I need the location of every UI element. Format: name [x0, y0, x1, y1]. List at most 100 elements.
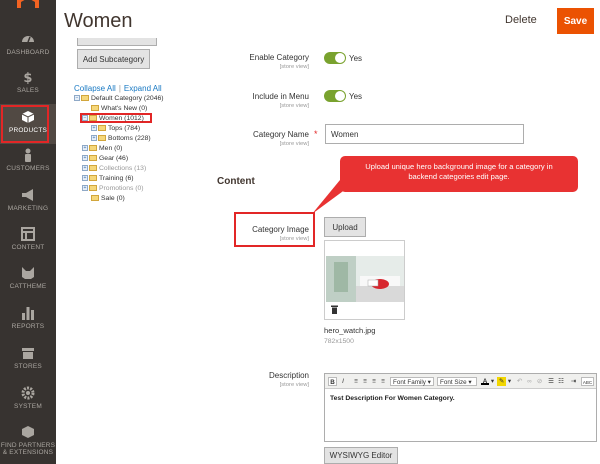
font-size-label: Font Size [440, 379, 467, 386]
image-preview[interactable] [324, 240, 405, 320]
expand-toggle-icon[interactable]: + [91, 135, 97, 142]
expand-toggle-icon[interactable]: + [82, 165, 88, 172]
nav-label: FIND PARTNERS [0, 442, 56, 449]
nav-products[interactable]: PRODUCTS [0, 104, 56, 144]
align-justify-icon[interactable]: ≡ [379, 377, 387, 386]
nav-customers[interactable]: CUSTOMERS [0, 148, 56, 188]
align-center-icon[interactable]: ≡ [361, 377, 369, 386]
field-label: Description [268, 371, 309, 380]
include-in-menu-value: Yes [349, 92, 363, 101]
font-size-select[interactable]: Font Size ▾ [437, 377, 477, 386]
add-subcategory-button[interactable]: Add Subcategory [77, 49, 150, 69]
nav-content[interactable]: CONTENT [0, 227, 56, 267]
folder-icon [89, 185, 97, 192]
nav-label: REPORTS [11, 323, 45, 330]
font-color-button[interactable]: A [481, 377, 489, 385]
nav-reports[interactable]: REPORTS [0, 306, 56, 346]
scope-label: [store view] [279, 103, 309, 109]
indent-icon[interactable]: ⇥ [569, 377, 578, 386]
wysiwyg-editor-button[interactable]: WYSIWYG Editor [324, 447, 398, 464]
expand-toggle-icon[interactable]: + [91, 125, 97, 132]
expand-all-link[interactable]: Expand All [124, 84, 162, 93]
nav-label: CUSTOMERS [6, 165, 50, 172]
font-family-select[interactable]: Font Family ▾ [390, 377, 434, 386]
include-in-menu-label: Include in Menu [store view] [253, 92, 309, 109]
delete-button[interactable]: Delete [505, 14, 537, 26]
tree-node-label: Women (1012) [99, 115, 144, 122]
collapse-toggle-icon[interactable]: − [74, 95, 80, 102]
align-right-icon[interactable]: ≡ [370, 377, 378, 386]
tree-node-tops[interactable]: + Tops (784) [91, 125, 140, 133]
nav-label: CONTENT [11, 244, 45, 251]
tree-node-label: Collections (13) [99, 165, 147, 172]
nav-find-partners[interactable]: FIND PARTNERS & EXTENSIONS [0, 425, 56, 464]
expand-toggle-icon[interactable]: + [82, 155, 88, 162]
collapse-toggle-icon[interactable]: − [82, 115, 88, 122]
tree-node-label: Gear (46) [99, 155, 129, 162]
trash-icon[interactable] [331, 305, 338, 314]
tree-node-promotions[interactable]: + Promotions (0) [82, 185, 144, 193]
tree-node-women[interactable]: − Women (1012) [82, 115, 144, 123]
align-left-icon[interactable]: ≡ [352, 377, 360, 386]
nav-cattheme[interactable]: CATTHEME [0, 266, 56, 306]
save-button[interactable]: Save [557, 8, 594, 34]
enable-category-value: Yes [349, 54, 363, 63]
magento-logo-icon[interactable] [17, 0, 39, 8]
expand-toggle-icon[interactable]: + [82, 185, 88, 192]
layout-icon [21, 227, 35, 241]
field-label: Category Name [252, 130, 309, 139]
tree-node-training[interactable]: + Training (6) [82, 175, 134, 183]
tree-node-men[interactable]: + Men (0) [82, 145, 122, 153]
nav-system[interactable]: SYSTEM [0, 386, 56, 426]
nav-dashboard[interactable]: DASHBOARD [0, 32, 56, 72]
expand-toggle-icon[interactable]: + [82, 175, 88, 182]
scope-label: [store view] [279, 64, 309, 70]
link-separator: | [118, 84, 121, 93]
nav-label: MARKETING [7, 205, 49, 212]
image-file-size: 782x1500 [324, 338, 354, 345]
page-title: Women [64, 10, 133, 32]
gear-icon [21, 386, 35, 400]
folder-icon [98, 135, 106, 142]
tree-node-collections[interactable]: + Collections (13) [82, 165, 146, 173]
bold-button[interactable]: B [328, 377, 337, 386]
extensions-icon [22, 426, 34, 438]
unlink-icon[interactable]: ⊘ [535, 377, 544, 386]
tree-node-label: Sale (0) [101, 195, 125, 202]
category-name-label: Category Name [store view] [253, 130, 309, 147]
font-family-label: Font Family [393, 379, 426, 386]
description-text[interactable]: Test Description For Women Category. [330, 395, 455, 402]
highlight-dropdown-icon[interactable]: ▾ [507, 377, 512, 386]
annotation-callout: Upload unique hero background image for … [340, 156, 578, 192]
tree-node-default-category[interactable]: − Default Category (2046) [74, 95, 164, 103]
nav-stores[interactable]: STORES [0, 346, 56, 386]
tree-node-bottoms[interactable]: + Bottoms (228) [91, 135, 151, 143]
bullet-list-icon[interactable]: ☰ [547, 377, 555, 386]
tree-node-label: Training (6) [99, 175, 134, 182]
link-icon[interactable]: ∞ [525, 377, 534, 386]
tree-node-gear[interactable]: + Gear (46) [82, 155, 128, 163]
highlight-color-icon[interactable]: ✎ [497, 377, 506, 386]
folder-icon [98, 125, 106, 132]
collapse-all-link[interactable]: Collapse All [74, 84, 116, 93]
nav-marketing[interactable]: MARKETING [0, 188, 56, 228]
category-name-input[interactable] [325, 124, 524, 144]
field-label: Include in Menu [252, 92, 309, 101]
enable-category-toggle[interactable] [324, 52, 346, 64]
undo-icon[interactable]: ↶ [515, 377, 524, 386]
image-file-name: hero_watch.jpg [324, 326, 376, 335]
include-in-menu-toggle[interactable] [324, 90, 346, 102]
spellcheck-button[interactable]: ABC [581, 377, 594, 386]
expand-toggle-icon[interactable]: + [82, 145, 88, 152]
dollar-icon: $ [23, 71, 32, 84]
scope-label: [store view] [279, 382, 309, 388]
numbered-list-icon[interactable]: ☷ [557, 377, 565, 386]
italic-button[interactable]: I [339, 377, 347, 386]
required-marker: * [314, 129, 318, 139]
tree-node-sale[interactable]: Sale (0) [91, 195, 125, 203]
folder-icon [91, 105, 99, 112]
font-color-dropdown-icon[interactable]: ▾ [490, 377, 495, 386]
tree-node-whats-new[interactable]: What's New (0) [91, 105, 147, 113]
description-editor[interactable]: B I ≡ ≡ ≡ ≡ Font Family ▾ Font Size ▾ A … [324, 373, 597, 442]
upload-button[interactable]: Upload [324, 217, 366, 237]
